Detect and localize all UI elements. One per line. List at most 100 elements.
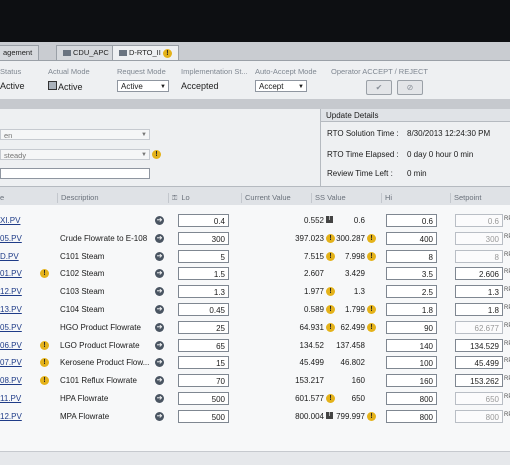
- lo-limit-input[interactable]: 15: [178, 356, 229, 370]
- unit-label: RP: [504, 216, 510, 222]
- tag-link[interactable]: 13.PV: [0, 305, 22, 314]
- setpoint-field[interactable]: 1.3: [455, 285, 503, 299]
- hi-limit-input[interactable]: 400: [386, 231, 437, 245]
- request-mode-select[interactable]: Active ▼: [117, 80, 169, 92]
- grid-footer: [0, 451, 510, 465]
- info-field-3[interactable]: [0, 168, 150, 179]
- tag-link[interactable]: 11.PV: [0, 394, 21, 403]
- hi-limit-input[interactable]: 800: [386, 392, 437, 405]
- controller-detail-panel: en ▼ steady ▼ !: [0, 109, 321, 186]
- arrow-right-icon[interactable]: ➔: [155, 305, 164, 314]
- hi-limit-input[interactable]: 2.5: [386, 285, 437, 299]
- hi-limit-input[interactable]: 140: [386, 338, 437, 352]
- lo-limit-input[interactable]: 65: [178, 338, 229, 352]
- arrow-right-icon[interactable]: ➔: [155, 322, 164, 332]
- hi-limit-input[interactable]: 0.6: [386, 214, 437, 227]
- hi-limit-input[interactable]: 90: [386, 320, 437, 334]
- tag-link[interactable]: 01.PV: [0, 269, 22, 278]
- column-header-tag[interactable]: e: [0, 193, 4, 203]
- setpoint-field[interactable]: 153.262: [455, 374, 503, 388]
- column-header-lo[interactable]: ⚿ Lo: [168, 193, 190, 203]
- auto-accept-select[interactable]: Accept ▼: [255, 80, 307, 92]
- ss-value: 799.997: [336, 411, 365, 421]
- hi-limit-input[interactable]: 800: [386, 409, 437, 423]
- folder-icon: [63, 50, 71, 57]
- tag-link[interactable]: 12.PV: [0, 287, 22, 296]
- column-header-hi[interactable]: Hi: [381, 193, 392, 203]
- arrow-right-icon[interactable]: ➔: [155, 376, 164, 386]
- current-value: 800.004: [295, 411, 324, 421]
- current-value: 1.977: [303, 287, 324, 297]
- current-value: 153.217: [295, 376, 324, 386]
- table-row: 08.PV! C101 Reflux Flowrate ➔ 70 153.217 160 1…: [0, 373, 510, 391]
- column-header-setpoint[interactable]: Setpoint: [450, 193, 482, 203]
- unit-label: RP: [504, 305, 510, 311]
- request-mode-label: Request Mode: [117, 67, 166, 76]
- arrow-right-icon[interactable]: ➔: [155, 233, 164, 243]
- description-text: C101 Steam: [60, 251, 105, 261]
- lo-limit-input[interactable]: 500: [178, 392, 229, 405]
- lo-limit-input[interactable]: 25: [178, 320, 229, 334]
- column-header-current-value[interactable]: Current Value: [241, 193, 291, 203]
- chevron-down-icon: ▼: [160, 84, 166, 90]
- lo-limit-input[interactable]: 5: [178, 249, 229, 263]
- lo-limit-input[interactable]: 0.4: [178, 214, 229, 227]
- grid-header: e Description ⚿ Lo Current Value SS Value…: [0, 186, 510, 206]
- ss-value: 46.802: [340, 358, 365, 368]
- hi-limit-input[interactable]: 100: [386, 356, 437, 370]
- setpoint-field[interactable]: 1.8: [455, 303, 503, 316]
- tag-link[interactable]: XI.PV: [0, 216, 20, 225]
- lo-limit-input[interactable]: 1.5: [178, 267, 229, 281]
- ss-value: 3.429: [344, 269, 365, 279]
- description-text: C102 Steam: [60, 269, 105, 279]
- arrow-right-icon[interactable]: ➔: [155, 216, 164, 225]
- setpoint-field[interactable]: 2.606: [455, 267, 503, 281]
- tag-link[interactable]: 07.PV: [0, 358, 22, 367]
- lo-limit-input[interactable]: 0.45: [178, 303, 229, 316]
- tag-link[interactable]: 08.PV: [0, 376, 22, 385]
- tab-cdu-apc[interactable]: CDU_APC: [56, 45, 116, 60]
- arrow-right-icon[interactable]: ➔: [155, 411, 164, 421]
- description-text: C104 Steam: [60, 305, 105, 314]
- column-header-ss-value[interactable]: SS Value: [311, 193, 346, 203]
- tag-link[interactable]: 12.PV: [0, 412, 22, 421]
- status-label: Status: [0, 67, 22, 76]
- column-header-description[interactable]: Description: [57, 193, 99, 203]
- warning-icon: !: [162, 48, 172, 58]
- tab-management[interactable]: agement: [0, 45, 40, 60]
- unit-label: RP: [504, 340, 510, 347]
- setpoint-field: 650: [455, 392, 503, 405]
- implementation-status-value: Accepted: [181, 81, 219, 91]
- arrow-right-icon[interactable]: ➔: [155, 340, 164, 350]
- setpoint-field[interactable]: 45.499: [455, 356, 503, 370]
- lo-limit-input[interactable]: 70: [178, 374, 229, 388]
- tag-link[interactable]: 05.PV: [0, 234, 22, 243]
- arrow-right-icon[interactable]: ➔: [155, 287, 164, 297]
- hi-limit-input[interactable]: 160: [386, 374, 437, 388]
- setpoint-field[interactable]: 134.529: [455, 338, 503, 352]
- lo-limit-input[interactable]: 1.3: [178, 285, 229, 299]
- tag-link[interactable]: D.PV: [0, 252, 19, 261]
- reject-button[interactable]: ⊘: [397, 80, 423, 95]
- unit-label: RP: [504, 287, 510, 294]
- hi-limit-input[interactable]: 1.8: [386, 303, 437, 316]
- table-row: 12.PV MPA Flowrate ➔ 500 800.004 T 799.997! 800…: [0, 409, 510, 427]
- accept-button[interactable]: ✔: [366, 80, 392, 95]
- arrow-right-icon[interactable]: ➔: [155, 394, 164, 403]
- lo-limit-input[interactable]: 500: [178, 409, 229, 423]
- current-value: 601.577: [295, 394, 324, 403]
- setpoint-field: 62.677: [455, 320, 503, 334]
- arrow-right-icon[interactable]: ➔: [155, 251, 164, 261]
- arrow-right-icon[interactable]: ➔: [155, 358, 164, 368]
- hi-limit-input[interactable]: 8: [386, 249, 437, 263]
- tab-d-rto[interactable]: D-RTO_II !: [112, 45, 179, 60]
- lo-limit-input[interactable]: 300: [178, 231, 229, 245]
- hi-limit-input[interactable]: 3.5: [386, 267, 437, 281]
- description-text: C103 Steam: [60, 287, 105, 297]
- table-row: 12.PVC103 Steam➔1.31.977!1.32.51.3RP: [0, 284, 510, 302]
- tag-link[interactable]: 06.PV: [0, 341, 22, 350]
- lock-icon: ⚿: [172, 195, 178, 202]
- description-text: Crude Flowrate to E-108: [60, 233, 148, 243]
- tag-link[interactable]: 05.PV: [0, 323, 22, 332]
- arrow-right-icon[interactable]: ➔: [155, 269, 164, 279]
